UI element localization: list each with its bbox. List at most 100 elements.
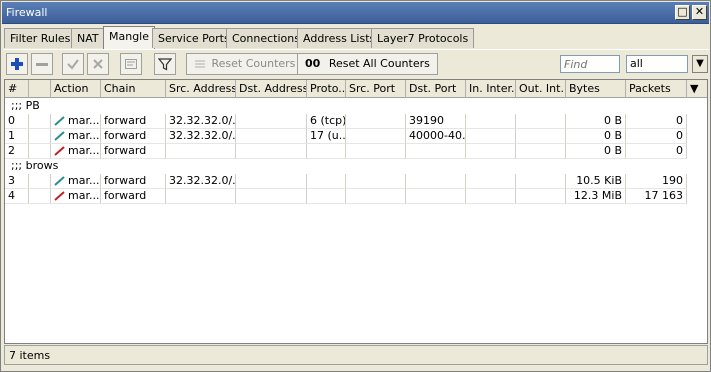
comment-button[interactable] (120, 53, 142, 75)
rule-flag-cell (29, 129, 51, 144)
cell-src-port (346, 144, 406, 159)
cell-bytes: 0 B (566, 114, 626, 129)
enable-button[interactable] (62, 53, 84, 75)
column-menu-arrow[interactable]: ▼ (687, 80, 707, 98)
rule-flag-cell (29, 174, 51, 189)
rule-flag-cell (29, 114, 51, 129)
table-row[interactable]: 1 mar... forward 32.32.32.0/... 17 (u... 4000… (5, 129, 707, 144)
table-row[interactable]: 4 mar... forward 12.3 MiB 17 163 (5, 189, 707, 204)
cell-dst-port (406, 174, 466, 189)
cell-protocol (307, 189, 346, 204)
action-label: mar... (68, 144, 100, 157)
cell-number: 3 (5, 174, 29, 189)
cell-src-address: 32.32.32.0/... (166, 174, 236, 189)
mark-action-icon (54, 116, 65, 126)
header-col-protocol[interactable]: Proto... (307, 80, 346, 98)
cell-in-interface (466, 129, 516, 144)
cell-protocol: 6 (tcp) (307, 114, 346, 129)
filter-button[interactable] (154, 53, 176, 75)
tab-mangle[interactable]: Mangle (103, 26, 156, 49)
header-col-chain[interactable]: Chain (101, 80, 166, 98)
cell-number: 1 (5, 129, 29, 144)
tab-bar: Filter Rules NAT Mangle Service Ports Co… (4, 26, 708, 49)
find-input[interactable] (560, 55, 620, 73)
reset-counters-button[interactable]: Reset Counters (186, 53, 304, 75)
cell-dst-port (406, 144, 466, 159)
disable-button[interactable] (87, 53, 109, 75)
tab-nat[interactable]: NAT (71, 28, 105, 48)
cell-out-interface (516, 144, 566, 159)
cell-action: mar... (51, 189, 101, 204)
header-col-packets[interactable]: Packets (626, 80, 687, 98)
comment-row[interactable]: ;;; PB (5, 99, 707, 114)
mangle-table: # Action Chain Src. Address Dst. Address Prot… (4, 79, 708, 344)
cell-packets: 0 (626, 144, 687, 159)
cell-src-port (346, 129, 406, 144)
cell-bytes: 12.3 MiB (566, 189, 626, 204)
table-row[interactable]: 2 mar... forward 0 B0 (5, 144, 707, 159)
tab-filter-rules[interactable]: Filter Rules (4, 28, 77, 48)
add-button[interactable] (6, 53, 28, 75)
header-col-src-address[interactable]: Src. Address (166, 80, 236, 98)
item-count: 7 items (9, 349, 51, 362)
header-col-src-port[interactable]: Src. Port (346, 80, 406, 98)
cell-in-interface (466, 189, 516, 204)
remove-button[interactable] (31, 53, 53, 75)
rule-flag-cell (29, 189, 51, 204)
tab-service-ports[interactable]: Service Ports (152, 28, 236, 48)
cell-chain: forward (101, 114, 166, 129)
header-col-bytes[interactable]: Bytes (566, 80, 626, 98)
cell-action: mar... (51, 174, 101, 189)
cell-number: 2 (5, 144, 29, 159)
cell-packets: 0 (626, 114, 687, 129)
filter-dropdown-arrow[interactable]: ▼ (692, 55, 708, 73)
firewall-window: Firewall □ ✕ Filter Rules NAT Mangle Ser… (0, 0, 711, 372)
reset-all-counters-button[interactable]: 00 Reset All Counters (297, 53, 438, 75)
cell-out-interface (516, 129, 566, 144)
tab-connections[interactable]: Connections (226, 28, 306, 48)
cell-src-address (166, 189, 236, 204)
header-col-number[interactable]: # (5, 80, 29, 98)
cell-action: mar... (51, 114, 101, 129)
reset-counters-icon (195, 60, 205, 68)
cell-in-interface (466, 174, 516, 189)
cell-out-interface (516, 189, 566, 204)
header-col-dst-address[interactable]: Dst. Address (236, 80, 307, 98)
table-row[interactable]: 0 mar... forward 32.32.32.0/... 6 (tcp) 39190… (5, 114, 707, 129)
tab-address-lists[interactable]: Address Lists (297, 28, 382, 48)
plus-icon (11, 58, 23, 70)
title-bar[interactable]: Firewall □ ✕ (2, 2, 709, 24)
action-label: mar... (68, 114, 100, 127)
cell-in-interface (466, 144, 516, 159)
cell-out-interface (516, 114, 566, 129)
header-col-dst-port[interactable]: Dst. Port (406, 80, 466, 98)
table-header: # Action Chain Src. Address Dst. Address Prot… (5, 80, 707, 98)
filter-select[interactable]: all (626, 55, 688, 73)
tab-layer7-protocols[interactable]: Layer7 Protocols (371, 28, 475, 48)
table-row[interactable]: 3 mar... forward 32.32.32.0/... 10.5 KiB 190 (5, 174, 707, 189)
cell-number: 0 (5, 114, 29, 129)
header-col-action[interactable]: Action (51, 80, 101, 98)
cross-icon (93, 59, 103, 69)
cell-out-interface (516, 174, 566, 189)
cell-dst-port: 40000-40... (406, 129, 466, 144)
check-icon (67, 59, 79, 70)
cell-protocol: 17 (u... (307, 129, 346, 144)
restore-button[interactable]: □ (675, 5, 690, 20)
mark-action-icon (54, 176, 65, 186)
mark-action-red-icon (54, 191, 65, 201)
cell-chain: forward (101, 129, 166, 144)
reset-all-counters-label: Reset All Counters (328, 57, 430, 70)
header-col-flags[interactable] (29, 80, 51, 98)
header-col-in-interface[interactable]: In. Inter... (466, 80, 516, 98)
cell-bytes: 10.5 KiB (566, 174, 626, 189)
header-col-out-interface[interactable]: Out. Int... (516, 80, 566, 98)
cell-src-port (346, 114, 406, 129)
action-label: mar... (68, 189, 100, 202)
cell-chain: forward (101, 189, 166, 204)
close-button[interactable]: ✕ (692, 5, 707, 20)
cell-src-port (346, 189, 406, 204)
cell-dst-port: 39190 (406, 114, 466, 129)
cell-bytes: 0 B (566, 129, 626, 144)
comment-row[interactable]: ;;; brows (5, 159, 707, 174)
